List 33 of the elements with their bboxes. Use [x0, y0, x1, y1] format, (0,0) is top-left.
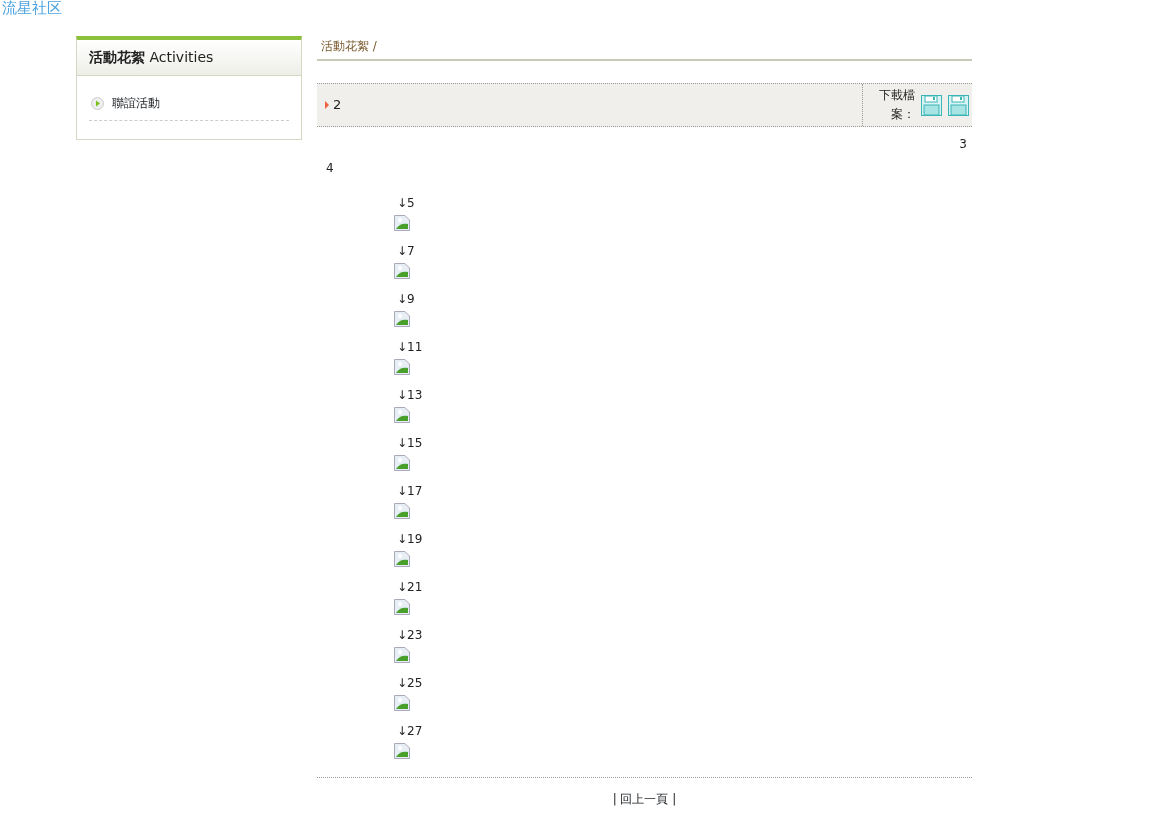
broken-image-icon — [394, 455, 410, 471]
photo-caption: ↓5 — [396, 195, 415, 212]
breadcrumb-text: 活動花絮 / — [317, 36, 972, 61]
photo-caption: ↓19 — [396, 531, 423, 548]
triangle-icon — [325, 101, 329, 109]
photo-caption: ↓15 — [396, 435, 423, 452]
broken-image-icon — [394, 359, 410, 375]
broken-image-icon — [394, 695, 410, 711]
broken-image-icon — [394, 647, 410, 663]
photo-caption: ↓13 — [396, 387, 423, 404]
broken-image-icon — [394, 503, 410, 519]
photo-caption: ↓25 — [396, 675, 423, 692]
broken-image-icon — [394, 263, 410, 279]
photo-caption: ↓7 — [396, 243, 415, 260]
broken-image-icon — [394, 551, 410, 567]
broken-image-icon — [394, 743, 410, 759]
body-text: 3 — [959, 137, 967, 151]
body-text: 4 — [326, 161, 334, 175]
broken-image-icon — [394, 599, 410, 615]
play-icon — [91, 96, 104, 110]
photo-caption: ↓27 — [396, 723, 423, 740]
photo-caption: ↓9 — [396, 291, 415, 308]
back-link[interactable]: | 回上一頁 | — [612, 792, 677, 806]
photo-caption: ↓17 — [396, 483, 423, 500]
broken-image-icon — [394, 407, 410, 423]
sidebar-item[interactable]: 聯誼活動 — [112, 94, 160, 112]
download-label: 下載檔案： — [878, 87, 915, 123]
broken-image-icon — [394, 311, 410, 327]
photo-caption: ↓23 — [396, 627, 423, 644]
photo-caption: ↓11 — [396, 339, 423, 356]
header-title: 2 — [333, 96, 342, 115]
photo-caption: ↓21 — [396, 579, 423, 596]
broken-image-icon — [394, 215, 410, 231]
